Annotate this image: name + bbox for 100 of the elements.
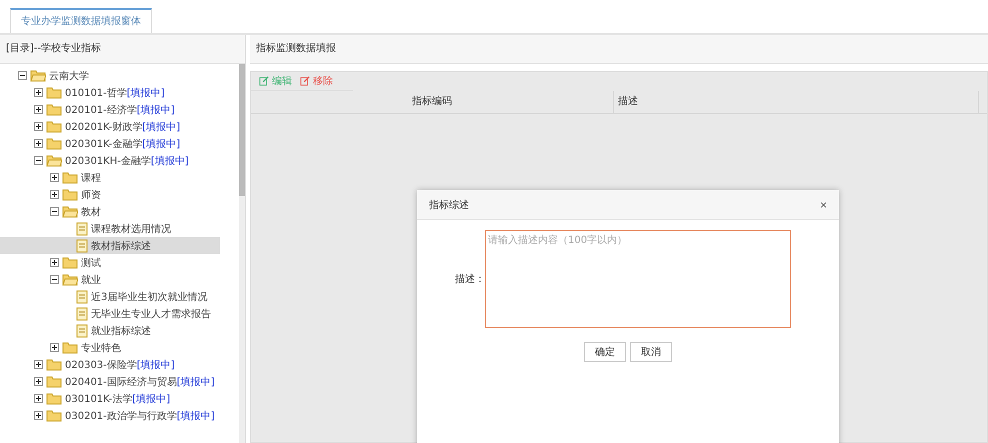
folder-icon [62,273,78,286]
tree-item[interactable]: 课程教材选用情况 [0,220,220,237]
tree-item[interactable]: 专业特色 [0,339,220,356]
expand-toggle-icon[interactable] [34,122,43,131]
status-label: [填报中] [142,120,180,134]
tree-item[interactable]: 020301K-金融学[填报中] [0,135,220,152]
edit-icon [300,76,310,86]
tree-item[interactable]: 020301KH-金融学[填报中] [0,152,220,169]
scrollbar[interactable] [239,64,245,443]
expand-toggle-icon[interactable] [34,139,43,148]
expand-toggle-icon[interactable] [50,275,59,284]
tree-label: 云南大学 [49,70,89,82]
tree-label: 010101-哲学 [65,86,127,100]
tree-label: 020301KH-金融学 [65,154,151,168]
expand-toggle-icon[interactable] [34,105,43,114]
edit-icon [259,76,269,86]
status-label: [填报中] [176,410,215,422]
tree-item[interactable]: 020101-经济学[填报中] [0,101,220,118]
tree-item[interactable]: 030201-政治学与行政学[填报中] [0,407,220,424]
status-label: [填报中] [150,154,189,168]
folder-icon [62,205,78,218]
tree-item[interactable]: 课程 [0,169,220,186]
status-label: [填报中] [136,104,175,116]
field-label: 描述： [454,272,485,286]
expand-toggle-icon[interactable] [34,411,43,420]
tree-item[interactable]: 教材 [0,203,220,220]
folder-icon [62,256,78,269]
expand-toggle-icon[interactable] [50,173,59,182]
status-label: [填报中] [176,376,215,388]
expand-toggle-icon[interactable] [18,71,27,80]
tree-label: 课程 [81,172,101,184]
dialog-button[interactable]: 确定 [584,342,626,362]
tree-item[interactable]: 020401-国际经济与贸易[填报中] [0,373,220,390]
status-label: [填报中] [132,392,170,406]
tab[interactable]: 专业办学监测数据填报窗体 [10,8,152,33]
document-icon [76,290,88,304]
tree-label: 就业指标综述 [91,324,151,338]
tree-label: 课程教材选用情况 [91,222,171,236]
folder-icon [62,188,78,201]
tree-label: 030201-政治学与行政学 [65,410,177,422]
panel-title: [目录]--学校专业指标 [0,35,245,64]
tree-item[interactable]: 030101K-法学[填报中] [0,390,220,407]
document-icon [76,222,88,236]
expand-toggle-icon[interactable] [50,258,59,267]
tree-item[interactable]: 就业 [0,271,220,288]
folder-icon [46,103,62,116]
tree-label: 020301K-金融学 [65,138,142,150]
column-header: 描述 [614,91,979,113]
tree-label: 教材 [81,206,101,218]
tree-label: 师资 [81,188,101,202]
document-icon [76,238,88,252]
tree-label: 020101-经济学 [65,104,137,116]
expand-toggle-icon[interactable] [34,156,43,165]
folder-icon [46,137,62,150]
folder-icon [62,171,78,184]
expand-toggle-icon[interactable] [34,360,43,369]
expand-toggle-icon[interactable] [34,377,43,386]
status-label: [填报中] [136,358,175,372]
tree-item[interactable]: 云南大学 [0,67,220,84]
description-field[interactable]: 请输入描述内容（100字以内） [485,230,791,328]
tree-item[interactable]: 教材指标综述 [0,237,220,254]
tree-item[interactable]: 就业指标综述 [0,322,220,339]
tree-item[interactable]: 无毕业生专业人才需求报告 [0,305,220,322]
tree-label: 就业 [81,274,101,286]
tree-item[interactable]: 近3届毕业生初次就业情况 [0,288,220,305]
dialog-button[interactable]: 取消 [630,342,672,362]
tree-item[interactable]: 师资 [0,186,220,203]
tree-label: 无毕业生专业人才需求报告 [91,308,211,320]
tree-item[interactable]: 020303-保险学[填报中] [0,356,220,373]
status-label: [填报中] [126,86,165,100]
folder-icon [46,358,62,371]
close-button[interactable]: × [820,198,827,212]
folder-icon [46,86,62,99]
status-label: [填报中] [142,138,180,150]
panel-title: 指标监测数据填报 [250,35,988,64]
tree-label: 020401-国际经济与贸易 [65,376,177,388]
expand-toggle-icon[interactable] [34,88,43,97]
tree-item[interactable]: 010101-哲学[填报中] [0,84,220,101]
tree-label: 教材指标综述 [91,240,151,252]
tree-item[interactable]: 测试 [0,254,220,271]
expand-toggle-icon[interactable] [50,190,59,199]
tree-item[interactable]: 020201K-财政学[填报中] [0,118,220,135]
tree-label: 测试 [81,256,101,270]
tree-label: 近3届毕业生初次就业情况 [91,290,208,304]
document-icon [76,306,88,320]
document-icon [76,324,88,338]
folder-icon [46,375,62,388]
folder-icon [46,409,62,422]
tree-label: 030101K-法学 [65,392,132,406]
expand-toggle-icon[interactable] [50,207,59,216]
column-header: 指标编码 [251,91,614,113]
scrollbar-thumb[interactable] [239,64,245,196]
tree-label: 专业特色 [81,342,121,354]
expand-toggle-icon[interactable] [50,343,59,352]
tree-label: 020303-保险学 [65,358,137,372]
dialog-title: 指标综述 [429,198,469,212]
folder-icon [30,69,46,82]
folder-icon [46,120,62,133]
tree-label: 020201K-财政学 [65,120,142,134]
expand-toggle-icon[interactable] [34,394,43,403]
